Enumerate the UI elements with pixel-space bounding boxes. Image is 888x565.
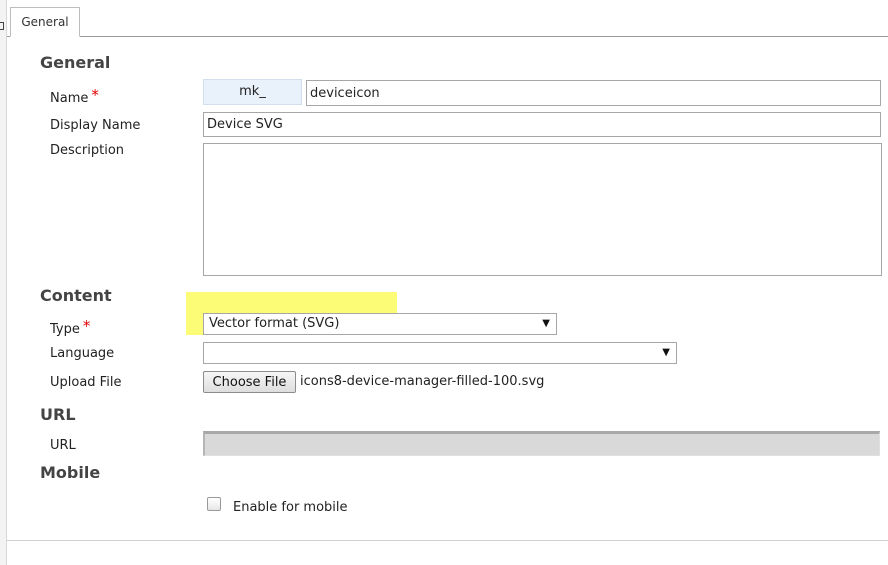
chevron-down-icon: ▼ <box>662 347 670 358</box>
url-input <box>203 431 880 456</box>
display-name-input[interactable] <box>203 112 881 137</box>
section-title-url: URL <box>40 405 76 424</box>
name-input[interactable] <box>306 80 881 106</box>
name-prefix: mk_ <box>203 79 302 105</box>
chevron-down-icon: ▼ <box>542 318 550 329</box>
section-title-content: Content <box>40 286 112 305</box>
required-marker: * <box>82 317 91 335</box>
type-select[interactable]: Vector format (SVG) ▼ <box>203 313 557 335</box>
enable-mobile-label[interactable]: Enable for mobile <box>233 500 348 515</box>
section-title-general: General <box>40 53 111 72</box>
display-name-label: Display Name <box>50 118 141 133</box>
name-label-row: Name * <box>50 86 99 106</box>
tab-strip: General <box>7 0 888 37</box>
description-label: Description <box>50 143 125 158</box>
name-label: Name <box>50 91 89 106</box>
tab-general[interactable]: General <box>10 7 80 37</box>
bottom-divider <box>7 540 888 541</box>
chosen-file-name: icons8-device-manager-filled-100.svg <box>300 374 545 389</box>
type-label-row: Type * <box>50 317 91 337</box>
choose-file-button[interactable]: Choose File <box>203 371 296 393</box>
panel-edge-marker <box>0 22 4 30</box>
enable-mobile-checkbox[interactable] <box>207 497 221 511</box>
description-textarea[interactable] <box>203 143 882 276</box>
section-title-mobile: Mobile <box>40 463 101 482</box>
language-label: Language <box>50 346 115 361</box>
left-edge-panel <box>0 0 7 565</box>
upload-file-label: Upload File <box>50 375 122 390</box>
language-select[interactable]: ▼ <box>203 342 677 364</box>
url-label: URL <box>50 438 76 453</box>
type-label: Type <box>50 322 80 337</box>
required-marker: * <box>91 86 99 104</box>
type-selected-value: Vector format (SVG) <box>209 316 340 331</box>
